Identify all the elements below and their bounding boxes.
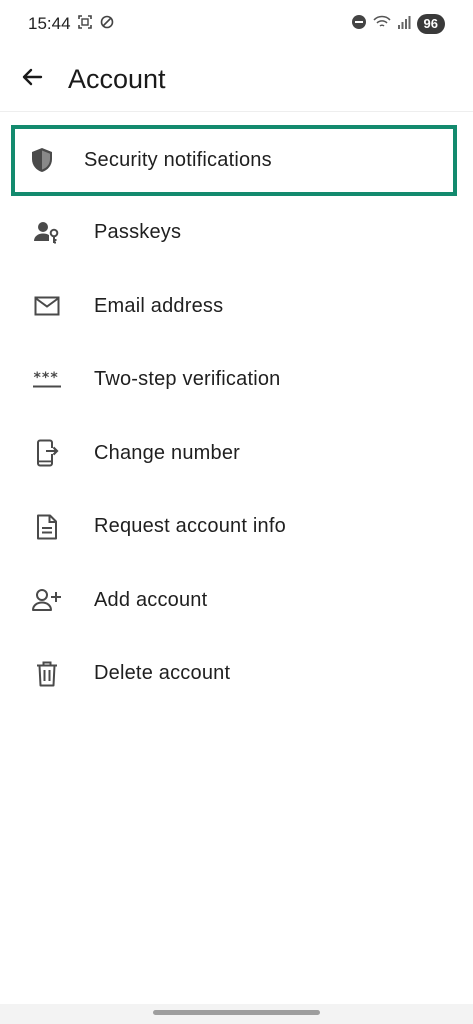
wifi-icon [372,14,391,35]
person-key-icon [0,221,94,245]
menu-item-label: Passkeys [94,221,182,244]
menu-item-label: Request account info [94,515,286,538]
menu-item-request-account-info[interactable]: Request account info [0,490,473,564]
menu-item-add-account[interactable]: Add account [0,564,473,638]
trash-icon [0,661,94,687]
menu-item-label: Change number [94,441,241,464]
menu-item-email-address[interactable]: Email address [0,270,473,344]
mail-icon [0,296,94,316]
arrow-back-icon [20,65,44,94]
status-right: 96 [351,14,445,35]
menu-item-delete-account[interactable]: Delete account [0,637,473,711]
svg-text:***: *** [33,371,58,386]
back-button[interactable] [0,48,64,112]
menu-item-two-step-verification[interactable]: *** Two-step verification [0,343,473,417]
gesture-handle[interactable] [153,1010,320,1015]
battery-indicator: 96 [416,14,445,34]
status-time: 15:44 [28,14,71,33]
app-bar: Account [0,48,473,112]
status-bar: 15:44 96 [0,0,473,48]
menu-item-passkeys[interactable]: Passkeys [0,196,473,270]
page-title: Account [68,64,166,94]
status-left: 15:44 [28,14,115,35]
document-icon [0,514,94,540]
highlight-border [11,125,457,196]
password-dots-icon: *** [0,371,94,389]
screenshot-icon [77,14,93,35]
menu-item-label: Add account [94,588,208,611]
menu-item-security-notifications[interactable]: Security notifications [0,112,473,196]
menu-item-label: Email address [94,294,224,317]
phone-transfer-icon [0,439,94,467]
menu-item-label: Two-step verification [94,368,281,391]
dnd-icon [351,14,367,35]
account-menu-list: Security notifications Passkeys Email ad… [0,112,473,711]
signal-icon [397,15,411,34]
menu-item-change-number[interactable]: Change number [0,417,473,491]
sync-icon [99,14,115,35]
person-add-icon [0,588,94,612]
menu-item-label: Delete account [94,662,231,685]
